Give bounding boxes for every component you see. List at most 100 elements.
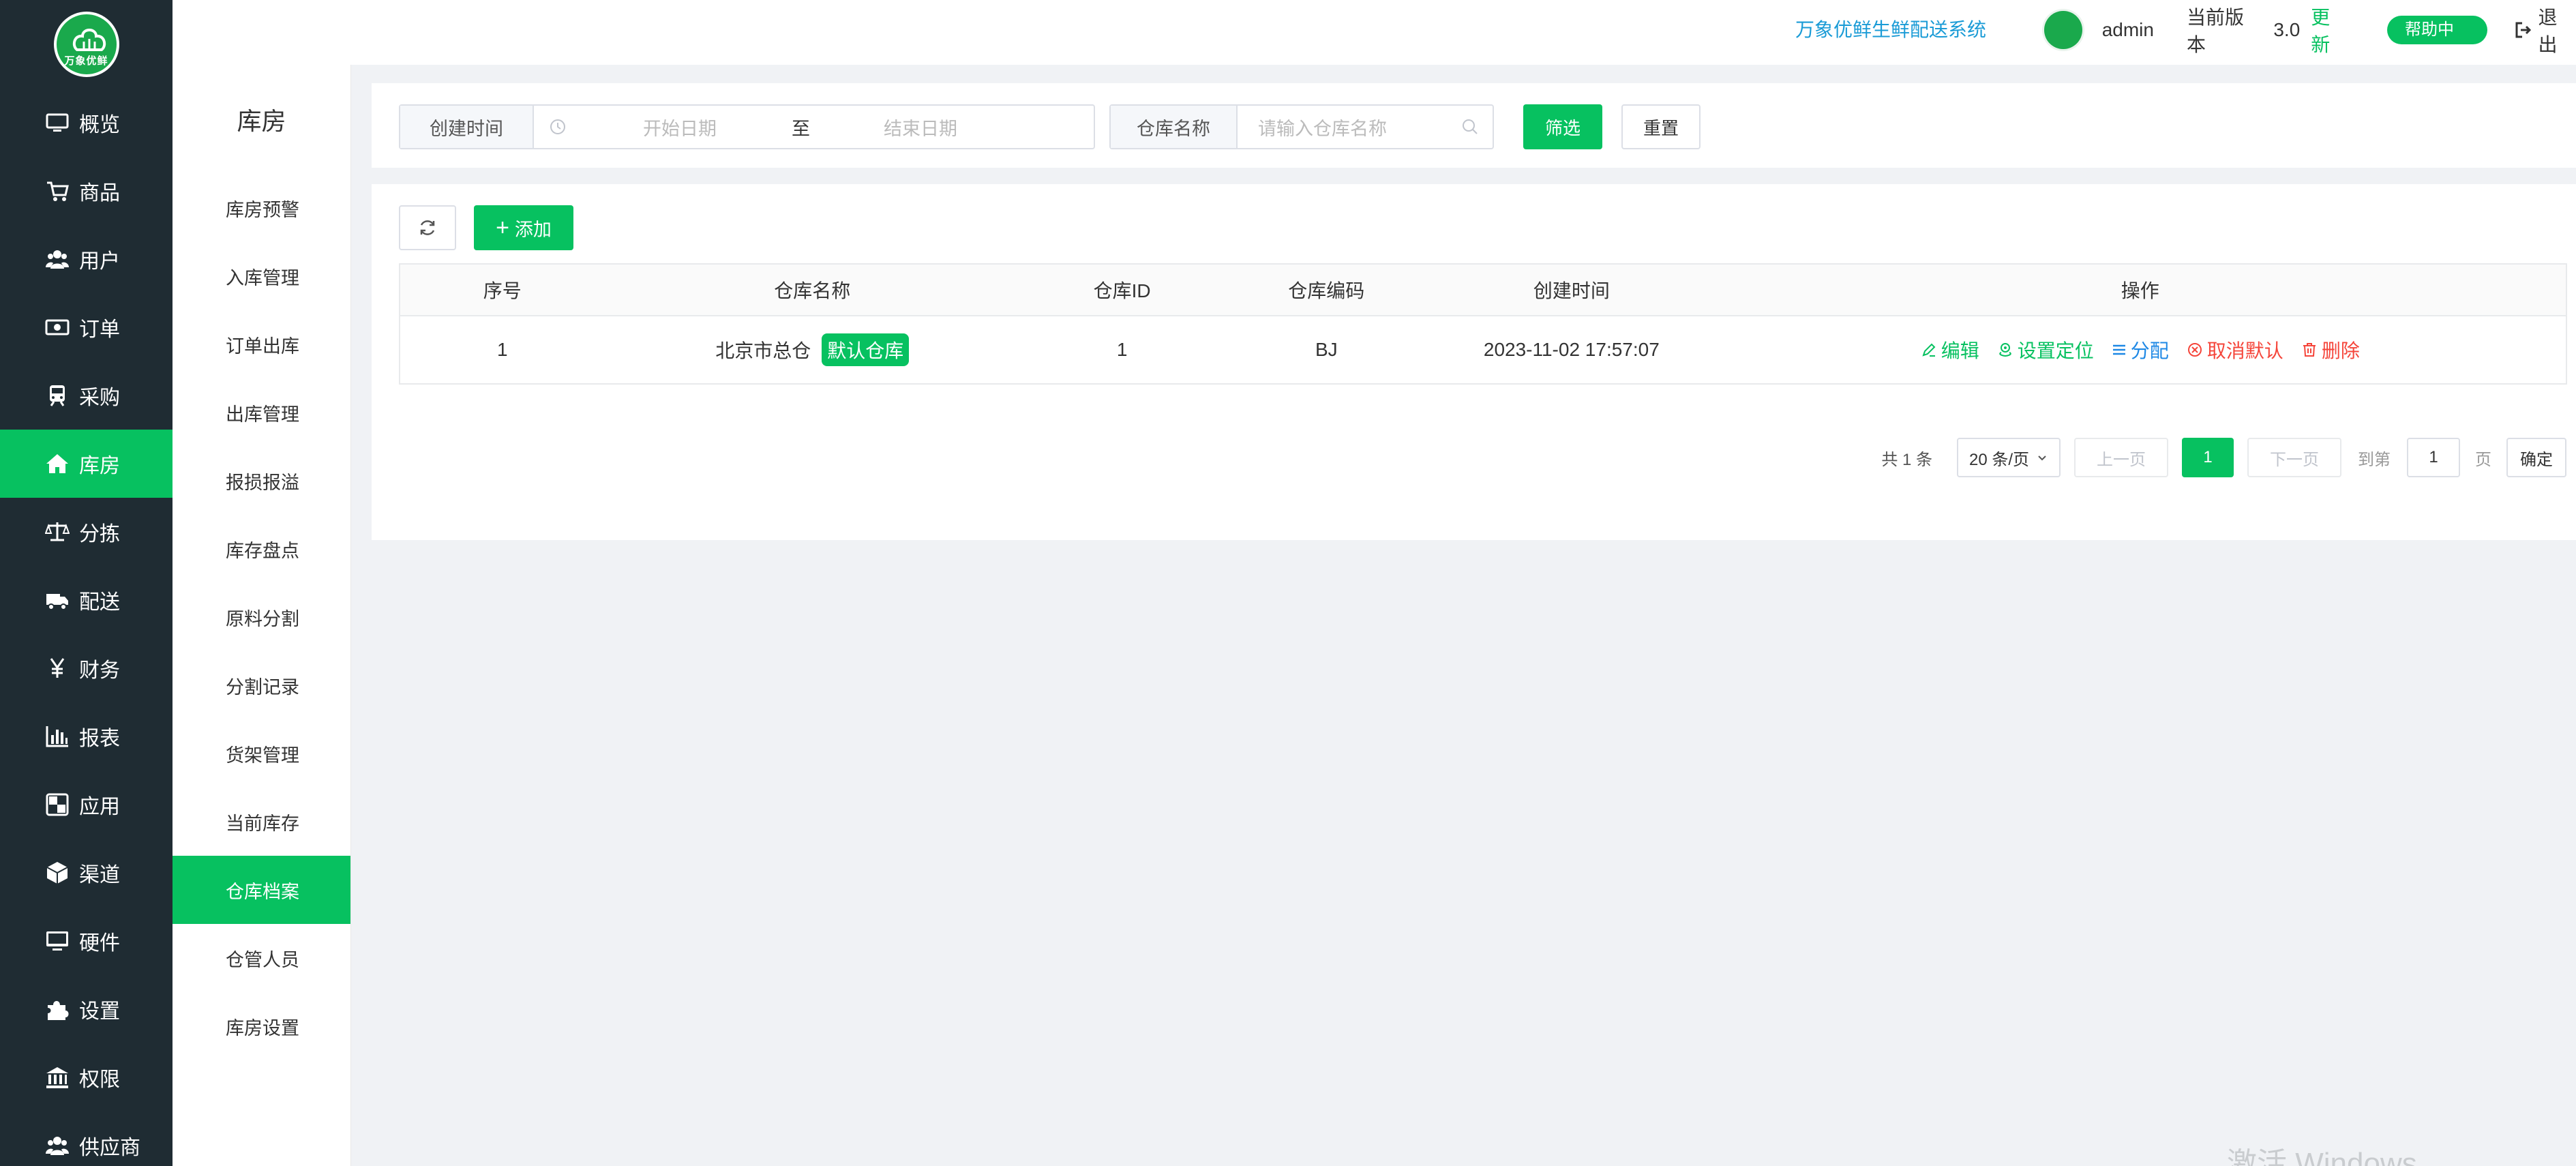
submenu-item-stocktaking[interactable]: 库存盘点	[173, 515, 350, 583]
submenu-item-material-split[interactable]: 原料分割	[173, 583, 350, 651]
add-label: 添加	[514, 219, 552, 240]
nav-item-reports[interactable]: 报表	[0, 702, 173, 771]
logout-label: 退出	[2538, 7, 2558, 55]
page-size-select[interactable]: 20 条/页	[1957, 438, 2061, 477]
nav-item-channels[interactable]: 渠道	[0, 839, 173, 907]
list-icon	[2112, 342, 2127, 357]
top-header: 万象优鲜生鲜配送系统 admin 当前版本 3.0 更新 帮助中心 退出	[173, 0, 2576, 68]
nav-item-warehouse[interactable]: 库房	[0, 430, 173, 498]
nav-item-overview[interactable]: 概览	[0, 89, 173, 157]
sub-sidebar: 库房 库房预警 入库管理 订单出库 出库管理 报损报溢 库存盘点 原料分割 分割…	[173, 65, 351, 1166]
submenu-item-current-stock[interactable]: 当前库存	[173, 788, 350, 856]
nav-item-permissions[interactable]: 权限	[0, 1043, 173, 1111]
nav-item-finance[interactable]: 财务	[0, 634, 173, 702]
column-header: 创建时间	[1533, 280, 1610, 301]
logout-button[interactable]: 退出	[2515, 3, 2576, 57]
submenu-item-stock-alert[interactable]: 库房预警	[173, 174, 350, 242]
nav-label: 应用	[79, 796, 120, 818]
warehouse-name: 北京市总仓	[715, 340, 811, 361]
nav-label: 商品	[79, 182, 120, 205]
submenu-item-loss-overflow[interactable]: 报损报溢	[173, 447, 350, 515]
goto-page-input[interactable]: 1	[2407, 438, 2460, 477]
search-icon[interactable]	[1461, 118, 1479, 136]
submenu-item-outbound[interactable]: 出库管理	[173, 378, 350, 447]
version-label: 当前版本	[2186, 7, 2244, 55]
train-icon	[45, 383, 70, 408]
yen-icon	[45, 656, 70, 681]
default-warehouse-badge: 默认仓库	[822, 333, 910, 366]
next-page-button[interactable]: 下一页	[2247, 438, 2341, 477]
nav-item-products[interactable]: 商品	[0, 157, 173, 225]
delete-button[interactable]: 删除	[2301, 336, 2360, 363]
cell-actions: 编辑 设置定位 分配 取消默认 删除	[1715, 316, 2566, 383]
reset-button[interactable]: 重置	[1621, 104, 1701, 149]
nav-item-suppliers[interactable]: 供应商	[0, 1111, 173, 1166]
help-center-button[interactable]: 帮助中心	[2387, 16, 2488, 68]
apps-icon	[45, 792, 70, 817]
end-date-input[interactable]: 结束日期	[884, 114, 957, 140]
submenu-item-shelves[interactable]: 货架管理	[173, 719, 350, 788]
edit-button[interactable]: 编辑	[1921, 336, 1979, 363]
set-location-label: 设置定位	[2017, 340, 2094, 361]
plus-icon: +	[496, 214, 509, 241]
nav-label: 用户	[79, 250, 120, 273]
set-location-button[interactable]: 设置定位	[1997, 336, 2094, 363]
refresh-icon	[417, 218, 438, 238]
nav-item-apps[interactable]: 应用	[0, 771, 173, 839]
nav-label: 采购	[79, 387, 120, 409]
submenu-item-split-records[interactable]: 分割记录	[173, 651, 350, 719]
nav-label: 订单	[79, 318, 120, 341]
warehouse-name-input[interactable]: 请输入仓库名称	[1258, 114, 1461, 140]
nav-item-delivery[interactable]: 配送	[0, 566, 173, 634]
filter-button[interactable]: 筛选	[1523, 104, 1602, 149]
column-header: 序号	[483, 280, 522, 301]
submenu-item-warehouse-staff[interactable]: 仓管人员	[173, 924, 350, 992]
nav-label: 设置	[79, 1000, 120, 1023]
column-header: 仓库编码	[1288, 280, 1365, 301]
warehouse-name-search: 仓库名称 请输入仓库名称	[1109, 104, 1494, 149]
update-link[interactable]: 更新	[2311, 3, 2349, 57]
version-number: 3.0	[2273, 19, 2301, 40]
close-circle-icon	[2187, 342, 2203, 358]
start-date-input[interactable]: 开始日期	[643, 114, 745, 140]
system-title[interactable]: 万象优鲜生鲜配送系统	[1795, 0, 1986, 60]
table-header: 序号 仓库名称 仓库ID 仓库编码 创建时间 操作	[400, 265, 2566, 316]
nav-item-hardware[interactable]: 硬件	[0, 907, 173, 975]
goto-confirm-button[interactable]: 确定	[2506, 438, 2566, 477]
cart-icon	[45, 179, 70, 203]
bank-icon	[45, 1065, 70, 1090]
nav-label: 概览	[79, 114, 120, 136]
cell-index: 1	[497, 339, 508, 360]
clock-icon	[549, 118, 567, 136]
nav-item-orders[interactable]: 订单	[0, 293, 173, 361]
cell-created-time: 2023-11-02 17:57:07	[1483, 339, 1660, 360]
column-header: 操作	[2121, 280, 2159, 301]
cancel-default-button[interactable]: 取消默认	[2187, 336, 2283, 363]
nav-item-purchase[interactable]: 采购	[0, 361, 173, 430]
distribute-label: 分配	[2130, 340, 2169, 361]
submenu-item-warehouse-archive[interactable]: 仓库档案	[173, 856, 350, 924]
refresh-button[interactable]	[399, 205, 456, 250]
table-row: 1 北京市总仓 默认仓库 1 BJ 2023-11-02 17:57:07 编辑…	[400, 316, 2566, 383]
submenu-item-order-outbound[interactable]: 订单出库	[173, 310, 350, 378]
distribute-button[interactable]: 分配	[2112, 336, 2169, 363]
edit-label: 编辑	[1941, 340, 1979, 361]
sub-sidebar-title: 库房	[237, 107, 286, 135]
nav-label: 权限	[79, 1068, 120, 1091]
nav-item-sorting[interactable]: 分拣	[0, 498, 173, 566]
prev-page-button[interactable]: 上一页	[2074, 438, 2168, 477]
submenu-item-warehouse-settings[interactable]: 库房设置	[173, 992, 350, 1060]
logo[interactable]: 万象优鲜	[0, 0, 173, 89]
username[interactable]: admin	[2102, 19, 2154, 41]
add-warehouse-button[interactable]: + 添加	[474, 205, 573, 250]
warehouse-table: 序号 仓库名称 仓库ID 仓库编码 创建时间 操作 1 北京市总仓 默认仓库 1…	[399, 263, 2567, 385]
date-range-picker[interactable]: 创建时间 开始日期 至 结束日期	[399, 104, 1095, 149]
current-page-button[interactable]: 1	[2182, 438, 2234, 477]
nav-label: 渠道	[79, 864, 120, 886]
avatar[interactable]	[2042, 9, 2084, 51]
puzzle-icon	[45, 997, 70, 1021]
submenu-item-inbound[interactable]: 入库管理	[173, 242, 350, 310]
nav-item-users[interactable]: 用户	[0, 225, 173, 293]
nav-item-settings[interactable]: 设置	[0, 975, 173, 1043]
location-icon	[1997, 342, 2013, 358]
